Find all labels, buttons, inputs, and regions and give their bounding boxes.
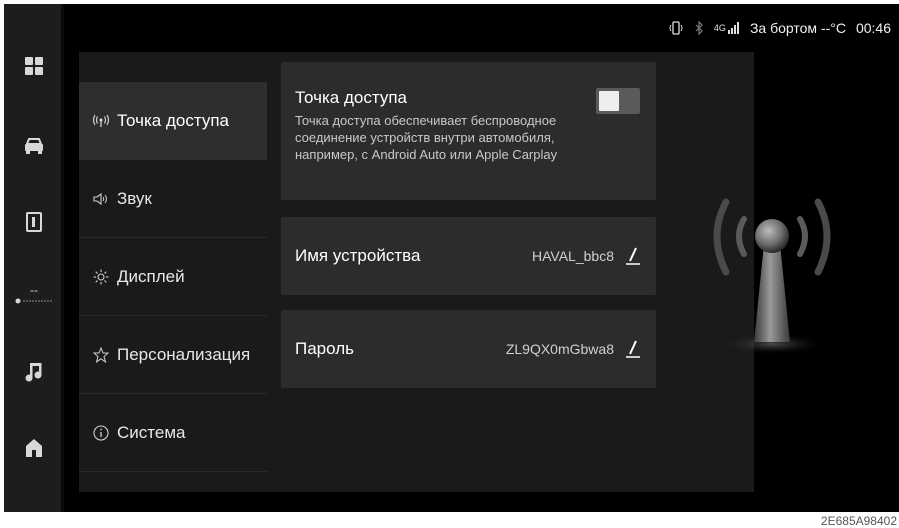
outside-temperature: За бортом --°C bbox=[749, 20, 846, 36]
menu-item-hotspot[interactable]: Точка доступа bbox=[79, 82, 267, 160]
password-value-group: ZL9QX0mGbwa8 bbox=[506, 339, 642, 359]
edit-device-name-icon[interactable] bbox=[624, 246, 642, 266]
hotspot-description: Точка доступа обеспечивает беспроводное … bbox=[295, 113, 558, 162]
status-bar: 4G За бортом --°C 00:46 bbox=[668, 18, 891, 38]
device-name-value-group: HAVAL_bbc8 bbox=[532, 246, 642, 266]
hotspot-title: Точка доступа bbox=[295, 88, 407, 107]
bluetooth-icon bbox=[695, 21, 703, 35]
settings-menu: Точка доступа Звук Дисплей Персонализаци… bbox=[79, 82, 267, 472]
dock-climate-button[interactable]: -- bbox=[4, 272, 64, 316]
left-dock: -- bbox=[4, 4, 64, 512]
menu-item-display[interactable]: Дисплей bbox=[79, 238, 267, 316]
dock-music-button[interactable] bbox=[4, 350, 64, 394]
antenna-illustration-icon bbox=[713, 198, 831, 354]
bottom-right-shade bbox=[754, 456, 899, 512]
climate-fan-icon bbox=[15, 298, 52, 304]
phone-projection-icon bbox=[669, 21, 683, 35]
menu-item-personalization[interactable]: Персонализация bbox=[79, 316, 267, 394]
dock-apps-button[interactable] bbox=[4, 44, 64, 88]
home-icon bbox=[26, 439, 42, 457]
password-value: ZL9QX0mGbwa8 bbox=[505, 341, 614, 357]
menu-item-sound[interactable]: Звук bbox=[79, 160, 267, 238]
star-icon bbox=[91, 345, 111, 365]
hotspot-icon bbox=[91, 111, 111, 131]
network-type: 4G bbox=[713, 23, 726, 33]
climate-value: -- bbox=[30, 283, 38, 297]
speaker-icon bbox=[91, 189, 111, 209]
hotspot-card: Точка доступа Точка доступа обеспечивает… bbox=[281, 62, 656, 200]
menu-label-system: Система bbox=[117, 422, 186, 442]
menu-item-system[interactable]: Система bbox=[79, 394, 267, 472]
menu-label-display: Дисплей bbox=[117, 266, 185, 286]
device-name-label: Имя устройства bbox=[295, 246, 421, 265]
menu-label-hotspot: Точка доступа bbox=[117, 111, 229, 130]
clock: 00:46 bbox=[855, 20, 891, 36]
menu-label-sound: Звук bbox=[117, 188, 152, 208]
edit-password-icon[interactable] bbox=[624, 339, 642, 359]
image-reference-code: 2E685A98402 bbox=[820, 514, 897, 528]
toggle-knob bbox=[599, 91, 619, 111]
device-name-value: HAVAL_bbc8 bbox=[532, 248, 614, 264]
infotainment-screen: -- 4G За бортом --°C 00:46 Точка доступа… bbox=[4, 4, 899, 512]
car-icon bbox=[25, 138, 43, 154]
dock-home-button[interactable] bbox=[4, 426, 64, 470]
phone-icon bbox=[26, 212, 42, 232]
dock-phone-button[interactable] bbox=[4, 200, 64, 244]
apps-grid-icon bbox=[25, 57, 43, 75]
signal-bars-icon bbox=[727, 22, 739, 34]
device-name-row[interactable]: Имя устройства HAVAL_bbc8 bbox=[281, 217, 656, 295]
menu-label-personalization: Персонализация bbox=[117, 344, 251, 364]
brightness-icon bbox=[91, 267, 111, 287]
hotspot-toggle[interactable] bbox=[596, 88, 640, 114]
info-icon bbox=[91, 423, 111, 443]
dock-car-button[interactable] bbox=[4, 124, 64, 168]
password-row[interactable]: Пароль ZL9QX0mGbwa8 bbox=[281, 310, 656, 388]
password-label: Пароль bbox=[295, 339, 354, 358]
music-icon bbox=[25, 363, 42, 382]
